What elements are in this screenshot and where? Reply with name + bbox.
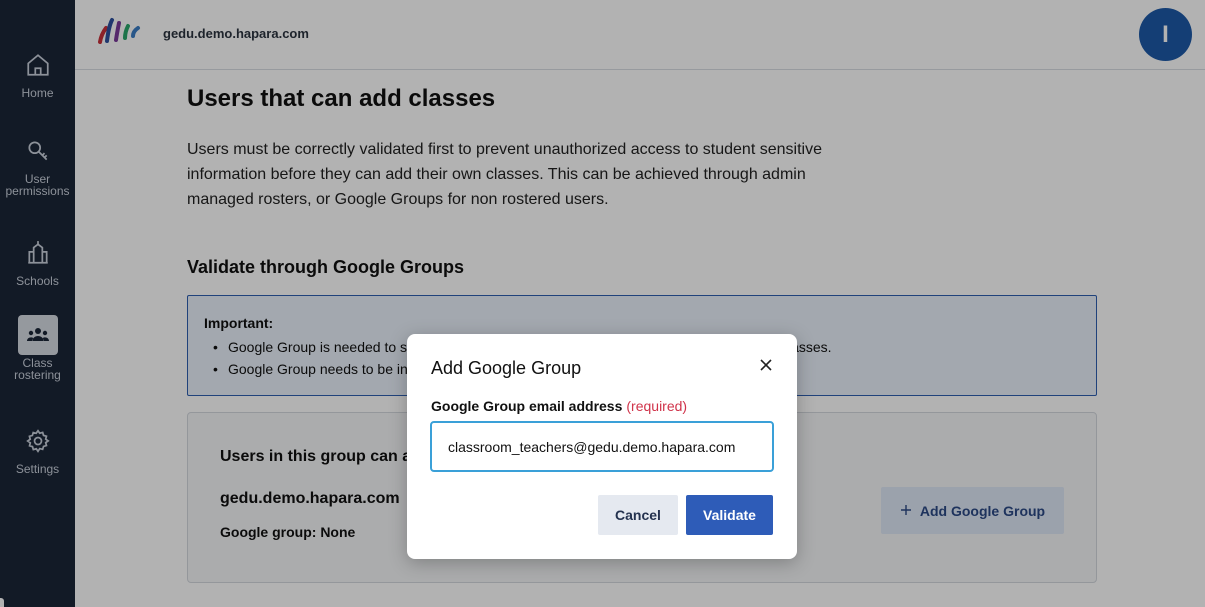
close-icon[interactable] <box>757 356 775 374</box>
cancel-button[interactable]: Cancel <box>598 495 678 535</box>
email-field-label-text: Google Group email address <box>431 398 623 414</box>
dialog-title: Add Google Group <box>431 358 582 378</box>
add-google-group-dialog: Add Google Group Google Group email addr… <box>407 334 797 559</box>
validate-button[interactable]: Validate <box>686 495 773 535</box>
required-indicator: (required) <box>626 398 688 414</box>
google-group-email-input[interactable] <box>430 421 774 472</box>
email-field-label: Google Group email address (required) <box>431 398 687 414</box>
